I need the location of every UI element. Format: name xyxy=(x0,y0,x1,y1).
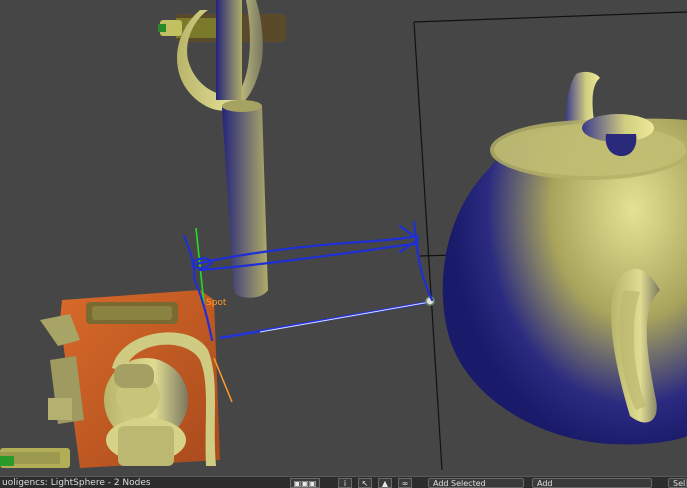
light-direction-highlight xyxy=(259,301,431,333)
sel-button[interactable]: Sel xyxy=(668,478,687,488)
arrow-left-icon[interactable]: ↖ xyxy=(358,478,372,488)
add-button[interactable]: Add xyxy=(532,478,652,488)
status-bar: uoligencs: LightSphere - 2 Nodes ▣▣▣ i ↖… xyxy=(0,476,687,488)
app-window: Spot uoligencs: LightSphere - 2 Nodes ▣▣… xyxy=(0,0,687,488)
add-selected-button[interactable]: Add Selected xyxy=(428,478,524,488)
lock-icon[interactable]: ▲ xyxy=(378,478,392,488)
grid-icon[interactable]: ▣▣▣ xyxy=(290,478,320,488)
selection-info-text: uoligencs: LightSphere - 2 Nodes xyxy=(2,478,151,488)
info-icon[interactable]: i xyxy=(338,478,352,488)
link-icon[interactable]: ∞ xyxy=(398,478,412,488)
light-fixture-top[interactable] xyxy=(158,0,286,111)
spot-light-model[interactable] xyxy=(0,290,220,468)
3d-viewport[interactable]: Spot xyxy=(0,0,687,476)
viewport-scene xyxy=(0,0,687,471)
spot-light-label: Spot xyxy=(206,298,227,308)
teapot-model[interactable] xyxy=(442,71,687,445)
